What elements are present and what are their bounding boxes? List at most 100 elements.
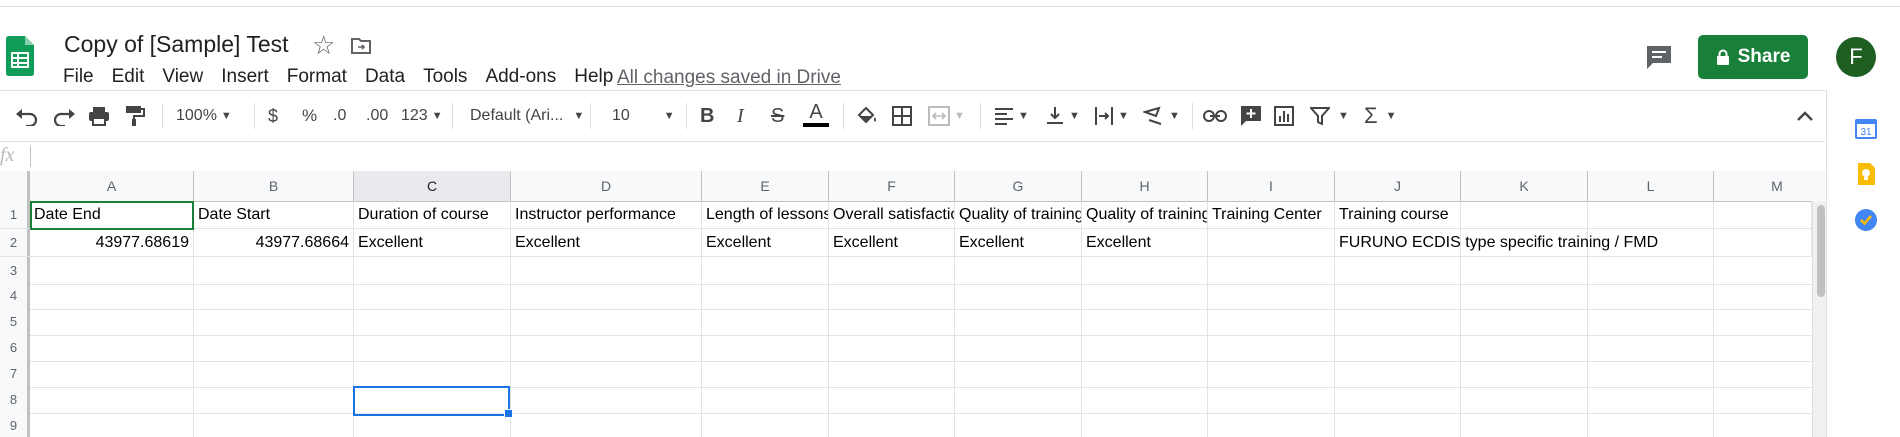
spreadsheet-grid[interactable]: A B C D E F G H I J K L M 1 Date End Dat… bbox=[0, 171, 1828, 437]
row-header[interactable]: 4 bbox=[0, 282, 30, 309]
account-avatar[interactable]: F bbox=[1836, 37, 1876, 77]
row-header[interactable]: 8 bbox=[0, 386, 30, 413]
cell-j2[interactable]: FURUNO ECDIS type specific training / FM… bbox=[1335, 229, 1658, 256]
cell-i2[interactable] bbox=[1208, 229, 1335, 256]
column-header-d[interactable]: D bbox=[511, 171, 702, 201]
move-folder-icon[interactable] bbox=[351, 37, 371, 54]
comment-history-icon[interactable] bbox=[1645, 44, 1673, 70]
menu-view[interactable]: View bbox=[153, 66, 212, 90]
column-header-j[interactable]: J bbox=[1335, 171, 1461, 201]
document-title[interactable]: Copy of [Sample] Test bbox=[64, 31, 289, 58]
fill-handle[interactable] bbox=[504, 409, 513, 418]
percent-format-button[interactable]: % bbox=[302, 103, 317, 129]
text-wrapping-icon[interactable]: ▼ bbox=[1094, 103, 1129, 129]
vertical-align-icon[interactable]: ▼ bbox=[1045, 103, 1080, 129]
filter-icon[interactable]: ▼ bbox=[1310, 103, 1349, 129]
cell-a1[interactable]: Date End bbox=[30, 201, 194, 228]
row-header[interactable]: 9 bbox=[0, 412, 30, 437]
star-icon[interactable]: ☆ bbox=[312, 30, 335, 61]
print-icon[interactable] bbox=[88, 103, 110, 129]
menu-tools[interactable]: Tools bbox=[414, 66, 476, 90]
cell-d1[interactable]: Instructor performance bbox=[511, 201, 702, 228]
text-color-button[interactable]: A bbox=[803, 101, 829, 131]
row-header[interactable]: 7 bbox=[0, 360, 30, 387]
decrease-decimal-button[interactable]: .0 bbox=[333, 103, 346, 129]
insert-comment-icon[interactable] bbox=[1240, 103, 1262, 129]
select-all-corner[interactable] bbox=[0, 171, 30, 201]
italic-button[interactable]: I bbox=[737, 103, 744, 129]
cell-g2[interactable]: Excellent bbox=[955, 229, 1082, 256]
undo-icon[interactable] bbox=[15, 103, 39, 129]
merge-cells-icon[interactable]: ▼ bbox=[928, 103, 965, 129]
sheets-logo-icon[interactable] bbox=[6, 36, 34, 76]
functions-button[interactable]: Σ ▼ bbox=[1364, 103, 1397, 129]
column-header-f[interactable]: F bbox=[829, 171, 955, 201]
cell-j1[interactable]: Training course bbox=[1335, 201, 1461, 228]
column-header-i[interactable]: I bbox=[1208, 171, 1335, 201]
cell-h1[interactable]: Quality of training bbox=[1082, 201, 1208, 228]
keep-icon[interactable] bbox=[1854, 162, 1878, 186]
cell-k1[interactable] bbox=[1461, 201, 1588, 228]
calendar-icon[interactable]: 31 bbox=[1854, 116, 1878, 140]
font-size-select[interactable]: 10 ▼ bbox=[612, 103, 675, 129]
cell-l1[interactable] bbox=[1588, 201, 1714, 228]
cell-f2[interactable]: Excellent bbox=[829, 229, 955, 256]
cell-c1[interactable]: Duration of course bbox=[354, 201, 511, 228]
column-header-k[interactable]: K bbox=[1461, 171, 1588, 201]
cell-e1[interactable]: Length of lessons bbox=[702, 201, 829, 228]
column-header-e[interactable]: E bbox=[702, 171, 829, 201]
menu-insert[interactable]: Insert bbox=[212, 66, 278, 90]
row-header[interactable]: 1 bbox=[0, 201, 30, 228]
scrollbar-thumb[interactable] bbox=[1817, 205, 1825, 297]
column-header-h[interactable]: H bbox=[1082, 171, 1208, 201]
horizontal-align-icon[interactable]: ▼ bbox=[994, 103, 1029, 129]
strikethrough-button[interactable]: S bbox=[771, 103, 784, 129]
menu-edit[interactable]: Edit bbox=[103, 66, 154, 90]
tasks-icon[interactable] bbox=[1854, 208, 1878, 232]
redo-icon[interactable] bbox=[52, 103, 76, 129]
collapse-toolbar-icon[interactable] bbox=[1797, 103, 1813, 129]
cell-m2[interactable] bbox=[1714, 229, 1812, 256]
insert-chart-icon[interactable] bbox=[1274, 103, 1294, 129]
cell-c2[interactable]: Excellent bbox=[354, 229, 511, 256]
fill-color-icon[interactable] bbox=[856, 103, 878, 129]
cell-d2[interactable]: Excellent bbox=[511, 229, 702, 256]
formula-input[interactable] bbox=[36, 142, 1816, 170]
column-header-b[interactable]: B bbox=[194, 171, 354, 201]
paint-format-icon[interactable] bbox=[125, 103, 145, 129]
text-rotation-icon[interactable]: ▼ bbox=[1143, 103, 1180, 129]
cell-m1[interactable] bbox=[1714, 201, 1812, 228]
cell-i1[interactable]: Training Center bbox=[1208, 201, 1335, 228]
cell-f1[interactable]: Overall satisfaction bbox=[829, 201, 955, 228]
column-header-c[interactable]: C bbox=[354, 171, 511, 201]
row-header[interactable]: 6 bbox=[0, 334, 30, 361]
column-header-l[interactable]: L bbox=[1588, 171, 1714, 201]
more-formats-select[interactable]: 123 ▼ bbox=[401, 103, 443, 129]
cell-b2[interactable]: 43977.68664 bbox=[194, 229, 354, 256]
row-header[interactable]: 3 bbox=[0, 257, 30, 284]
increase-decimal-button[interactable]: .00 bbox=[366, 103, 388, 129]
menu-data[interactable]: Data bbox=[356, 66, 414, 90]
column-header-m[interactable]: M bbox=[1714, 171, 1828, 201]
column-header-g[interactable]: G bbox=[955, 171, 1082, 201]
menu-format[interactable]: Format bbox=[278, 66, 356, 90]
cell-e2[interactable]: Excellent bbox=[702, 229, 829, 256]
column-header-a[interactable]: A bbox=[30, 171, 194, 201]
row-header[interactable]: 5 bbox=[0, 308, 30, 335]
save-status-link[interactable]: All changes saved in Drive bbox=[617, 67, 841, 89]
font-family-select[interactable]: Default (Ari... ▼ bbox=[470, 103, 584, 129]
borders-icon[interactable] bbox=[892, 103, 912, 129]
menu-help[interactable]: Help bbox=[565, 66, 622, 90]
cell-a2[interactable]: 43977.68619 bbox=[30, 229, 194, 256]
menu-add-ons[interactable]: Add-ons bbox=[476, 66, 565, 90]
cell-h2[interactable]: Excellent bbox=[1082, 229, 1208, 256]
cell-b1[interactable]: Date Start bbox=[194, 201, 354, 228]
bold-button[interactable]: B bbox=[700, 103, 714, 129]
zoom-select[interactable]: 100% ▼ bbox=[176, 103, 232, 129]
menu-file[interactable]: File bbox=[54, 66, 103, 90]
insert-link-icon[interactable] bbox=[1203, 103, 1227, 129]
cell-g1[interactable]: Quality of training bbox=[955, 201, 1082, 228]
row-header[interactable]: 2 bbox=[0, 229, 30, 256]
share-button[interactable]: Share bbox=[1698, 35, 1808, 79]
currency-format-button[interactable]: $ bbox=[268, 103, 278, 129]
